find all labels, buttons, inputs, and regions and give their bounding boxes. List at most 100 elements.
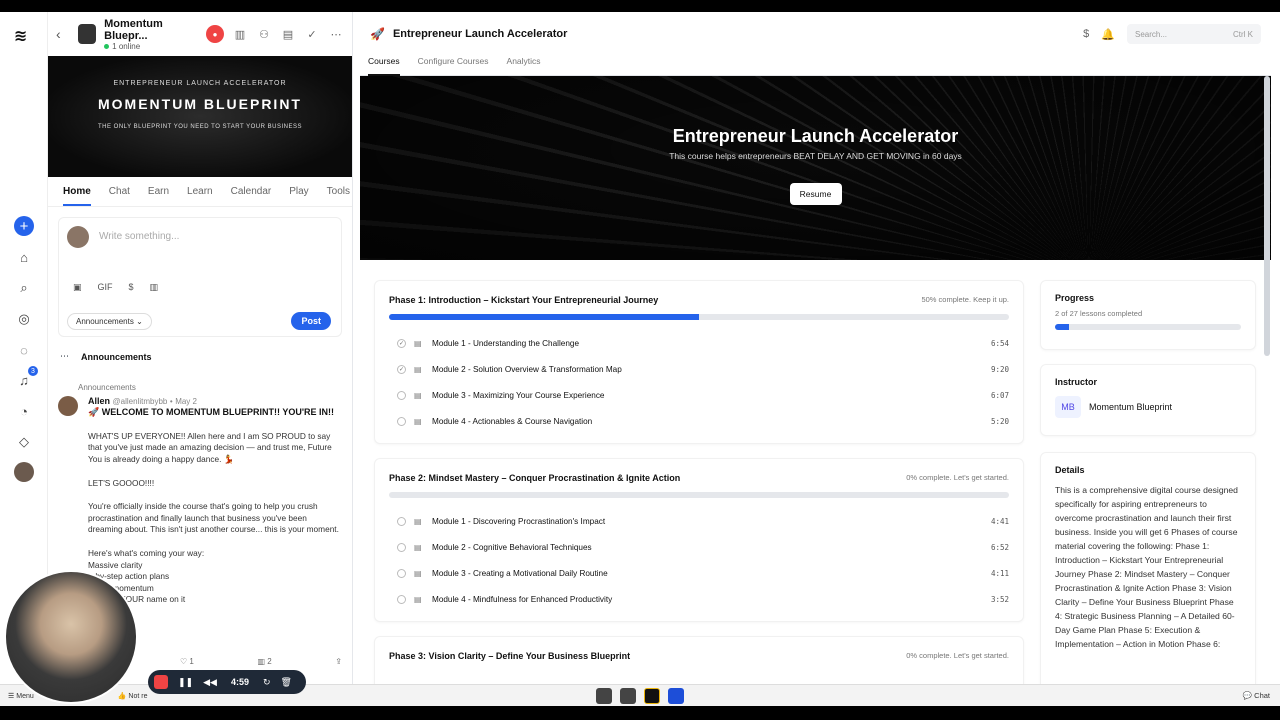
module-row[interactable]: ▤ Module 1 - Discovering Procrastination'… [375,508,1023,534]
document-icon: ▤ [414,516,422,526]
app-icon[interactable] [596,687,612,704]
tab-chat[interactable]: Chat [109,186,130,197]
more-icon[interactable]: ⋯ [60,351,69,362]
tab-tools[interactable]: Tools [327,186,350,197]
add-icon[interactable]: + [14,216,34,236]
stats-icon[interactable]: ▥ [232,28,248,41]
category-select[interactable]: Announcements ⌄ [67,313,152,330]
views-count: ▥ 2 [257,657,272,666]
feed-filter: ⋯ Announcements [48,351,352,362]
post-button[interactable]: Post [291,312,331,330]
group-avatar [78,24,97,44]
chat-icon[interactable]: ◌ [14,340,34,360]
author-avatar[interactable] [58,396,78,416]
author-name[interactable]: Allen [88,396,110,406]
app-window: ≋ + ⌂ ⌕ ◎ ◌ ♫ 3 ◔ ◇ ‹ Momentum Bluepr... … [0,12,1280,706]
module-row[interactable]: ▤ Module 4 - Actionables & Course Navigat… [375,408,1023,434]
community-tabs: Home Chat Earn Learn Calendar Play Tools [48,177,352,207]
main-header: 🚀 Entrepreneur Launch Accelerator $ 🔔 Se… [360,12,1271,56]
notifications-icon[interactable]: ♫ 3 [14,366,38,390]
module-row[interactable]: ▤ Module 3 - Maximizing Your Course Exper… [375,382,1023,408]
composer-input[interactable]: Write something... [99,231,179,242]
hero-subtitle: This course helps entrepreneurs BEAT DEL… [669,151,962,161]
phase-title[interactable]: Phase 2: Mindset Mastery – Conquer Procr… [389,473,680,483]
resume-button[interactable]: Resume [789,183,842,205]
main-title: Entrepreneur Launch Accelerator [392,28,568,40]
add-member-icon[interactable]: ⚇ [256,28,272,41]
phase-card[interactable]: Phase 1: Introduction – Kickstart Your E… [374,280,1024,444]
tab-calendar[interactable]: Calendar [231,186,272,197]
restart-icon[interactable]: ↻ [263,677,271,688]
start-menu-button[interactable]: ☰ Menu [8,692,34,700]
tag-icon[interactable]: ◇ [14,432,34,452]
tab-play[interactable]: Play [289,186,308,197]
module-row[interactable]: ✓ ▤ Module 1 - Understanding the Challenge… [375,330,1023,356]
tab-learn[interactable]: Learn [187,186,213,197]
empty-circle-icon [397,594,406,604]
record-icon[interactable]: ● [206,25,224,43]
tab-earn[interactable]: Earn [148,186,169,197]
search-icon[interactable]: ⌕ [14,278,34,298]
group-title[interactable]: Momentum Bluepr... [104,18,198,42]
post-meta: Allen @allenlitmbybb • May 2 [60,396,340,408]
community-header: ‹ Momentum Bluepr... 1 online ● ▥ ⚇ ▤ ✓ … [48,12,352,56]
bell-icon[interactable]: 🔔 [1101,28,1115,41]
instructor-avatar[interactable]: MB [1055,396,1081,418]
rewind-icon[interactable]: ◀◀ [203,677,217,688]
image-icon[interactable]: ▣ [73,282,82,293]
module-row[interactable]: ▤ Module 3 - Creating a Motivational Dail… [375,560,1023,586]
store-icon[interactable]: ▤ [280,28,296,41]
app-logo-icon[interactable]: ≋ [14,26,27,46]
user-avatar[interactable] [14,462,34,482]
module-row[interactable]: ▤ Module 2 - Cognitive Behavioral Techniq… [375,534,1023,560]
back-icon[interactable]: ‹ [56,26,70,42]
app-icon[interactable] [668,687,684,704]
taskbar-item[interactable]: 👍 Not re [118,692,148,700]
tab-home[interactable]: Home [63,177,91,206]
poll-icon[interactable]: ▥ [150,282,159,293]
main-scrollbar[interactable] [1264,76,1270,356]
document-icon: ▤ [414,364,422,374]
share-icon[interactable]: ⇪ [335,656,342,668]
activity-icon[interactable]: ◔ [14,401,34,421]
chat-button[interactable]: 💬 Chat [1243,691,1270,700]
feed-post[interactable]: Announcements Allen @allenlitmbybb • May… [48,382,352,666]
tab-courses[interactable]: Courses [368,56,400,76]
module-row[interactable]: ▤ Module 4 - Mindfulness for Enhanced Pro… [375,586,1023,612]
tab-analytics[interactable]: Analytics [507,56,541,75]
instructor-card: Instructor MB Momentum Blueprint [1040,364,1256,436]
home-icon[interactable]: ⌂ [14,247,34,267]
feed-section-title[interactable]: Announcements [81,352,152,362]
document-icon: ▤ [414,416,422,426]
explore-icon[interactable]: ◎ [14,309,34,329]
more-icon[interactable]: ⋯ [328,28,344,41]
app-icon[interactable] [620,687,636,704]
search-input[interactable]: Search... Ctrl K [1127,24,1261,44]
group-info: Momentum Bluepr... 1 online [104,18,198,51]
trash-icon[interactable]: 🗑 [281,677,292,688]
phase-title[interactable]: Phase 3: Vision Clarity – Define Your Bu… [389,651,630,661]
details-card: Details This is a comprehensive digital … [1040,452,1256,692]
stop-record-button[interactable] [154,675,168,689]
dollar-icon[interactable]: $ [1083,28,1089,40]
module-row[interactable]: ✓ ▤ Module 2 - Solution Overview & Transfo… [375,356,1023,382]
check-circle-icon: ✓ [397,364,406,374]
app-icon[interactable] [644,687,660,704]
pause-icon[interactable]: ❚❚ [178,677,193,688]
phase-card[interactable]: Phase 2: Mindset Mastery – Conquer Procr… [374,458,1024,622]
like-button[interactable]: ♡ 1 [180,656,194,668]
banner-title: MOMENTUM BLUEPRINT [98,96,302,112]
tab-configure-courses[interactable]: Configure Courses [418,56,489,75]
course-hero: Entrepreneur Launch Accelerator This cou… [360,76,1271,260]
main-tabs: Courses Configure Courses Analytics [360,56,1271,76]
dollar-icon[interactable]: $ [129,282,134,293]
details-title: Details [1055,465,1085,475]
webcam-overlay[interactable] [4,570,138,704]
gif-button[interactable]: GIF [98,282,113,293]
check-icon[interactable]: ✓ [304,28,320,41]
online-status: 1 online [104,42,198,51]
phase-title[interactable]: Phase 1: Introduction – Kickstart Your E… [389,295,658,305]
hero-title: Entrepreneur Launch Accelerator [672,126,959,146]
empty-circle-icon [397,416,406,426]
instructor-name[interactable]: Momentum Blueprint [1089,402,1172,412]
